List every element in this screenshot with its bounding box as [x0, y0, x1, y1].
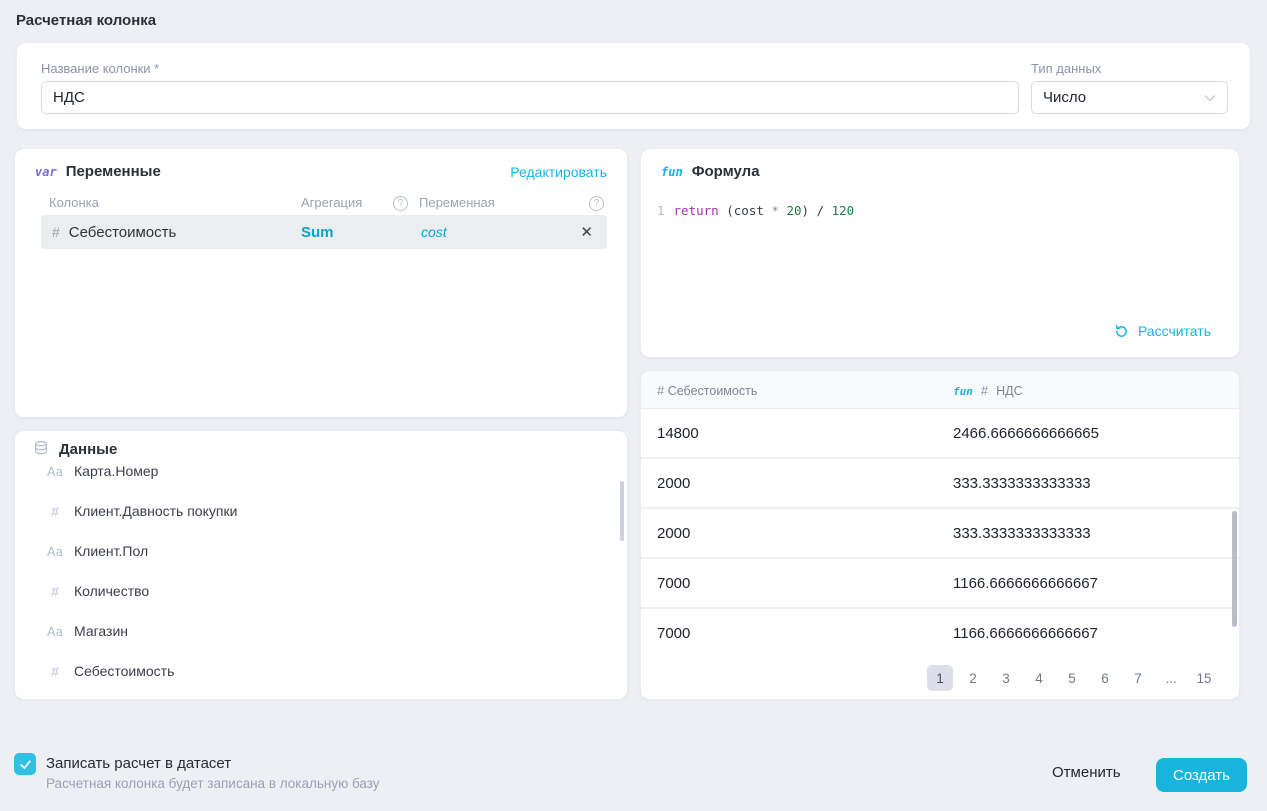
data-field-item[interactable]: Aa Магазин: [15, 611, 627, 651]
write-to-dataset-description: Расчетная колонка будет записана в локал…: [46, 776, 380, 791]
results-panel: # Себестоимость fun # НДС 14800 2466.666…: [640, 370, 1240, 700]
variable-help-icon[interactable]: ?: [589, 196, 604, 211]
column-name-label: Название колонки *: [41, 61, 159, 76]
data-type-select[interactable]: Число: [1031, 81, 1228, 114]
table-row: 2000 333.3333333333333: [641, 459, 1239, 509]
page-button-3[interactable]: 3: [993, 665, 1019, 691]
write-to-dataset-label: Записать расчет в датасет: [46, 755, 231, 772]
formula-panel: fun Формула 1 return (cost * 20) / 120 Р…: [640, 148, 1240, 358]
number-type-icon: #: [43, 584, 67, 599]
refresh-icon: [1114, 324, 1129, 339]
variables-panel: var Переменные Редактировать Колонка Агр…: [14, 148, 628, 418]
cost-cell: 7000: [657, 625, 690, 642]
formula-code: return (cost * 20) / 120: [674, 203, 855, 218]
results-table-header: # Себестоимость fun # НДС: [641, 371, 1239, 409]
vat-cell: 1166.6666666666667: [953, 625, 1098, 642]
line-number: 1: [657, 203, 665, 218]
data-type-label: Тип данных: [1031, 61, 1101, 76]
number-type-icon: #: [43, 664, 67, 679]
vat-cell: 333.3333333333333: [953, 525, 1091, 542]
variable-row: # Себестоимость Sum cost ✕: [41, 215, 607, 249]
aggregation-header: Агрегация: [301, 195, 362, 210]
fun-badge-icon: fun: [661, 165, 683, 179]
column-settings-card: Название колонки * Тип данных Число: [16, 42, 1251, 130]
text-type-icon: Aa: [43, 464, 67, 479]
write-to-dataset-checkbox[interactable]: [14, 753, 36, 775]
table-row: 14800 2466.6666666666665: [641, 409, 1239, 459]
page-button-15[interactable]: 15: [1191, 665, 1217, 691]
number-type-icon: #: [657, 383, 664, 398]
table-row: 7000 1166.6666666666667: [641, 609, 1239, 659]
page-button-4[interactable]: 4: [1026, 665, 1052, 691]
page-button-2[interactable]: 2: [960, 665, 986, 691]
cancel-button[interactable]: Отменить: [1052, 764, 1121, 781]
vat-cell: 333.3333333333333: [953, 475, 1091, 492]
cost-column-header: # Себестоимость: [657, 383, 757, 398]
calculate-button[interactable]: Рассчитать: [1114, 323, 1211, 339]
data-field-item[interactable]: # Клиент.Давность покупки: [15, 491, 627, 531]
fun-badge-icon: fun: [953, 385, 973, 398]
checkmark-icon: [19, 758, 32, 771]
aggregation-value[interactable]: Sum: [301, 224, 334, 241]
vat-column-header: fun # НДС: [953, 383, 1023, 398]
aggregation-help-icon[interactable]: ?: [393, 196, 408, 211]
variables-title: Переменные: [66, 163, 161, 180]
page-button-7[interactable]: 7: [1125, 665, 1151, 691]
cost-cell: 2000: [657, 475, 690, 492]
cost-cell: 2000: [657, 525, 690, 542]
cost-cell: 14800: [657, 425, 699, 442]
chevron-down-icon: [1204, 94, 1216, 102]
text-type-icon: Aa: [43, 624, 67, 639]
variable-name[interactable]: cost: [421, 224, 447, 240]
page-button-1[interactable]: 1: [927, 665, 953, 691]
calculate-label: Рассчитать: [1138, 323, 1211, 339]
page-ellipsis: ...: [1158, 665, 1184, 691]
create-button[interactable]: Создать: [1156, 758, 1247, 792]
variables-table-header: Колонка Агрегация ? Переменная ?: [15, 195, 627, 215]
variable-header: Переменная: [419, 195, 495, 210]
data-field-item[interactable]: # Количество: [15, 571, 627, 611]
vat-cell: 2466.6666666666665: [953, 425, 1099, 442]
number-type-icon: #: [52, 224, 60, 240]
page-button-6[interactable]: 6: [1092, 665, 1118, 691]
var-badge-icon: var: [35, 165, 57, 179]
page-button-5[interactable]: 5: [1059, 665, 1085, 691]
data-field-list: Aa Карта.Номер # Клиент.Давность покупки…: [15, 451, 627, 691]
cost-cell: 7000: [657, 575, 690, 592]
close-icon[interactable]: ✕: [580, 223, 593, 241]
number-type-icon: #: [43, 504, 67, 519]
results-scrollbar[interactable]: [1232, 511, 1237, 627]
edit-variables-link[interactable]: Редактировать: [510, 164, 607, 180]
formula-title: Формула: [692, 163, 760, 180]
data-field-item[interactable]: Aa Клиент.Пол: [15, 531, 627, 571]
data-field-item[interactable]: Aa Карта.Номер: [15, 451, 627, 491]
variable-column-name: Себестоимость: [69, 224, 177, 241]
formula-code-editor[interactable]: 1 return (cost * 20) / 120: [657, 203, 1223, 218]
table-row: 2000 333.3333333333333: [641, 509, 1239, 559]
vat-cell: 1166.6666666666667: [953, 575, 1098, 592]
pagination: 1 2 3 4 5 6 7 ... 15: [641, 657, 1239, 699]
data-type-value: Число: [1043, 89, 1086, 106]
column-header: Колонка: [49, 195, 99, 210]
data-panel: Данные Aa Карта.Номер # Клиент.Давность …: [14, 430, 628, 700]
text-type-icon: Aa: [43, 544, 67, 559]
table-row: 7000 1166.6666666666667: [641, 559, 1239, 609]
data-field-item[interactable]: # Себестоимость: [15, 651, 627, 691]
data-panel-scrollbar[interactable]: [620, 481, 624, 541]
page-title: Расчетная колонка: [16, 12, 156, 29]
column-name-input[interactable]: [41, 81, 1019, 114]
number-type-icon: #: [981, 383, 988, 398]
